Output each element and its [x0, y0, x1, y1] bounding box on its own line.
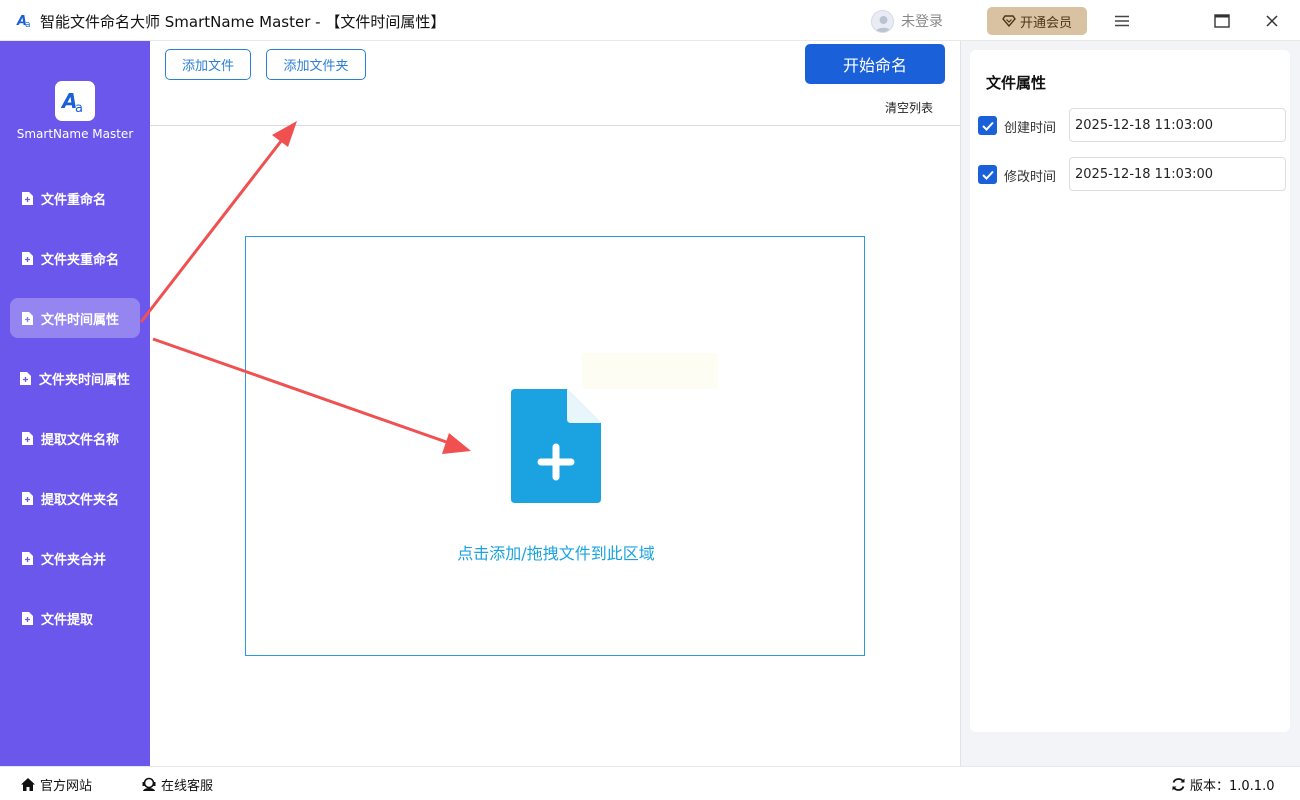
modify-time-checkbox[interactable] — [978, 165, 997, 184]
sidebar-item-folder-merge[interactable]: 文件夹合并 — [10, 538, 140, 578]
window-title: 智能文件命名大师 SmartName Master - 【文件时间属性】 — [40, 13, 446, 31]
file-icon — [22, 551, 33, 565]
avatar-icon — [871, 9, 894, 33]
close-icon — [1266, 15, 1278, 27]
checkbox-checked-icon — [981, 121, 994, 131]
sidebar-item-extract-file-names[interactable]: 提取文件名称 — [10, 418, 140, 458]
panel-title: 文件属性 — [986, 74, 1047, 92]
create-time-label: 创建时间 — [1004, 121, 1057, 136]
home-icon — [21, 778, 35, 791]
official-website-link[interactable]: 官方网站 — [20, 775, 92, 794]
support-icon — [142, 777, 156, 791]
svg-text:a: a — [75, 101, 83, 116]
file-add-icon — [511, 389, 601, 503]
vip-button[interactable]: 开通会员 — [987, 7, 1087, 35]
title-bar: A a 智能文件命名大师 SmartName Master - 【文件时间属性】… — [0, 0, 1300, 41]
modify-time-label: 修改时间 — [1004, 170, 1057, 185]
brand-name: SmartName Master — [16, 127, 134, 141]
login-label: 未登录 — [901, 14, 943, 30]
checkbox-checked-icon — [981, 170, 994, 180]
file-drop-zone[interactable]: 点击添加/拖拽文件到此区域 — [245, 236, 865, 656]
sidebar-item-label: 文件提取 — [41, 612, 94, 628]
drop-hint: 点击添加/拖拽文件到此区域 — [457, 544, 655, 563]
brand-logo: A a — [55, 81, 95, 121]
close-button[interactable] — [1259, 8, 1285, 34]
properties-pane: 文件属性 创建时间 修改时间 — [960, 41, 1300, 766]
create-time-row: 创建时间 — [978, 108, 1286, 142]
maximize-icon — [1214, 14, 1230, 28]
sidebar-item-file-rename[interactable]: 文件重命名 — [10, 178, 140, 218]
refresh-icon — [1172, 778, 1185, 791]
file-icon — [22, 191, 33, 205]
sidebar-item-label: 文件夹合并 — [41, 552, 107, 568]
sidebar-item-file-extract[interactable]: 文件提取 — [10, 598, 140, 638]
version-label: 版本：1.0.1.0 — [1190, 779, 1275, 794]
clear-list-link[interactable]: 清空列表 — [885, 99, 933, 116]
file-icon — [22, 311, 33, 325]
sidebar-item-label: 提取文件名称 — [41, 432, 120, 448]
online-support-link[interactable]: 在线客服 — [141, 775, 213, 794]
start-rename-button[interactable]: 开始命名 — [805, 44, 945, 84]
sidebar-item-label: 文件重命名 — [41, 192, 107, 208]
support-label: 在线客服 — [161, 779, 214, 794]
create-time-input[interactable] — [1069, 108, 1286, 142]
create-time-checkbox[interactable] — [978, 116, 997, 135]
version-info[interactable]: 版本：1.0.1.0 — [1171, 775, 1274, 794]
sidebar-item-label: 文件夹重命名 — [41, 252, 120, 268]
modify-time-input[interactable] — [1069, 157, 1286, 191]
vip-label: 开通会员 — [1019, 15, 1072, 31]
file-icon — [22, 611, 33, 625]
maximize-button[interactable] — [1209, 8, 1235, 34]
sidebar-item-label: 文件时间属性 — [41, 312, 120, 328]
diamond-icon — [1002, 15, 1016, 27]
status-bar: 官方网站 在线客服 版本：1.0.1.0 — [0, 766, 1300, 800]
svg-text:a: a — [25, 20, 31, 29]
add-folder-button[interactable]: 添加文件夹 — [266, 49, 366, 80]
properties-panel: 文件属性 创建时间 修改时间 — [970, 50, 1290, 732]
sidebar-item-label: 提取文件夹名 — [41, 492, 120, 508]
add-file-button[interactable]: 添加文件 — [165, 49, 251, 80]
sidebar-item-folder-rename[interactable]: 文件夹重命名 — [10, 238, 140, 278]
sidebar-item-file-time[interactable]: 文件时间属性 — [10, 298, 140, 338]
sidebar-item-label: 文件夹时间属性 — [39, 372, 131, 388]
modify-time-row: 修改时间 — [978, 157, 1286, 191]
app-logo-icon: A a — [16, 14, 31, 29]
sidebar-item-folder-time[interactable]: 文件夹时间属性 — [10, 358, 140, 398]
file-icon — [22, 251, 33, 265]
sidebar: A a SmartName Master 文件重命名 文件夹重命名 文件时间属性… — [0, 41, 150, 766]
file-icon — [22, 491, 33, 505]
toolbar-divider — [150, 125, 960, 126]
website-label: 官方网站 — [40, 779, 93, 794]
menu-icon — [1115, 15, 1129, 27]
app-logo-icon: A a — [60, 89, 83, 116]
login-status[interactable]: 未登录 — [871, 9, 943, 33]
menu-button[interactable] — [1109, 8, 1135, 34]
file-icon — [20, 371, 31, 385]
sidebar-item-extract-folder-names[interactable]: 提取文件夹名 — [10, 478, 140, 518]
file-icon — [22, 431, 33, 445]
drag-ghost — [582, 353, 718, 389]
